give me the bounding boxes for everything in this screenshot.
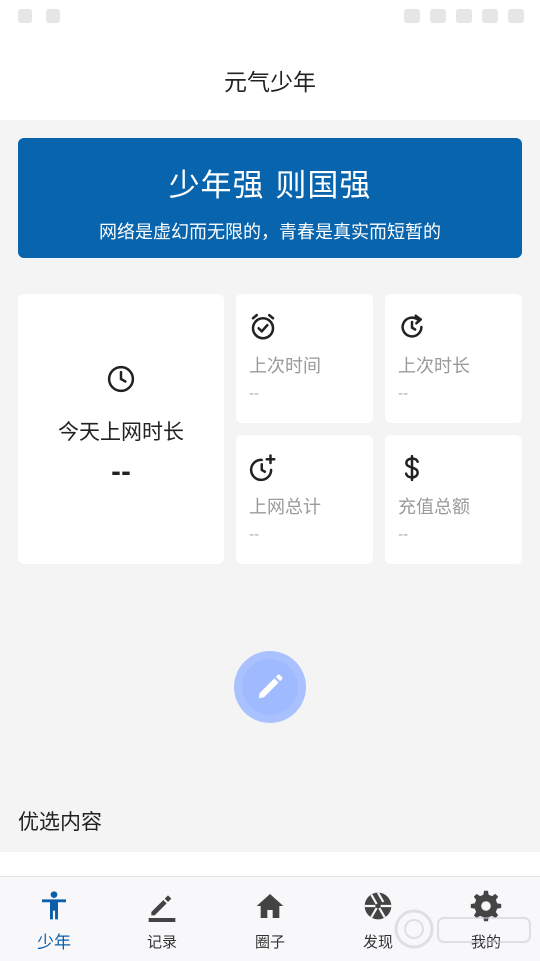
fab-inner <box>242 659 298 715</box>
recharge-total-label: 充值总额 <box>398 497 470 518</box>
nav-label-circle: 圈子 <box>254 933 285 951</box>
page-title: 元气少年 <box>224 70 316 96</box>
pencil-icon <box>258 674 283 699</box>
clock-plus-icon <box>249 454 276 482</box>
recharge-total-card[interactable]: 充值总额 -- <box>385 435 522 564</box>
history-icon <box>401 314 423 338</box>
app-bar: 元气少年 <box>0 36 540 120</box>
clock-icon <box>107 365 135 393</box>
person-icon <box>42 891 66 920</box>
nav-item-records[interactable]: 记录 <box>108 877 216 961</box>
last-time-value: -- <box>249 386 260 402</box>
today-online-value: -- <box>111 458 131 486</box>
nav-item-circle[interactable]: 圈子 <box>216 877 324 961</box>
edit-icon <box>148 895 176 922</box>
status-left-icons <box>18 9 60 23</box>
alarm-icon <box>251 313 275 340</box>
dollar-icon <box>404 454 419 482</box>
banner-subtitle: 网络是虚幻而无限的，青春是真实而短暂的 <box>99 222 441 243</box>
last-duration-card[interactable]: 上次时长 -- <box>385 294 522 423</box>
watermark-logo <box>394 909 531 949</box>
total-online-card[interactable]: 上网总计 -- <box>236 435 373 564</box>
banner-headline: 少年强 则国强 <box>168 168 372 204</box>
status-right-icons <box>404 9 524 23</box>
recharge-total-value: -- <box>398 527 409 543</box>
home-icon <box>256 894 284 918</box>
featured-content-area <box>0 852 540 876</box>
nav-label-records: 记录 <box>146 933 177 951</box>
total-online-value: -- <box>249 527 260 543</box>
nav-label-youth: 少年 <box>37 933 71 953</box>
last-time-card[interactable]: 上次时间 -- <box>236 294 373 423</box>
total-online-label: 上网总计 <box>249 497 321 518</box>
last-duration-value: -- <box>398 386 409 402</box>
nav-item-youth[interactable]: 少年 <box>0 877 108 961</box>
aperture-icon <box>364 892 392 920</box>
status-bar <box>0 0 540 36</box>
last-duration-label: 上次时长 <box>398 356 470 377</box>
edit-fab-button[interactable] <box>234 651 306 723</box>
slogan-banner: 少年强 则国强 网络是虚幻而无限的，青春是真实而短暂的 <box>18 138 522 258</box>
last-time-label: 上次时间 <box>249 356 321 377</box>
section-title-featured: 优选内容 <box>18 810 102 834</box>
today-online-label: 今天上网时长 <box>58 420 184 444</box>
today-online-card[interactable]: 今天上网时长 -- <box>18 294 224 564</box>
